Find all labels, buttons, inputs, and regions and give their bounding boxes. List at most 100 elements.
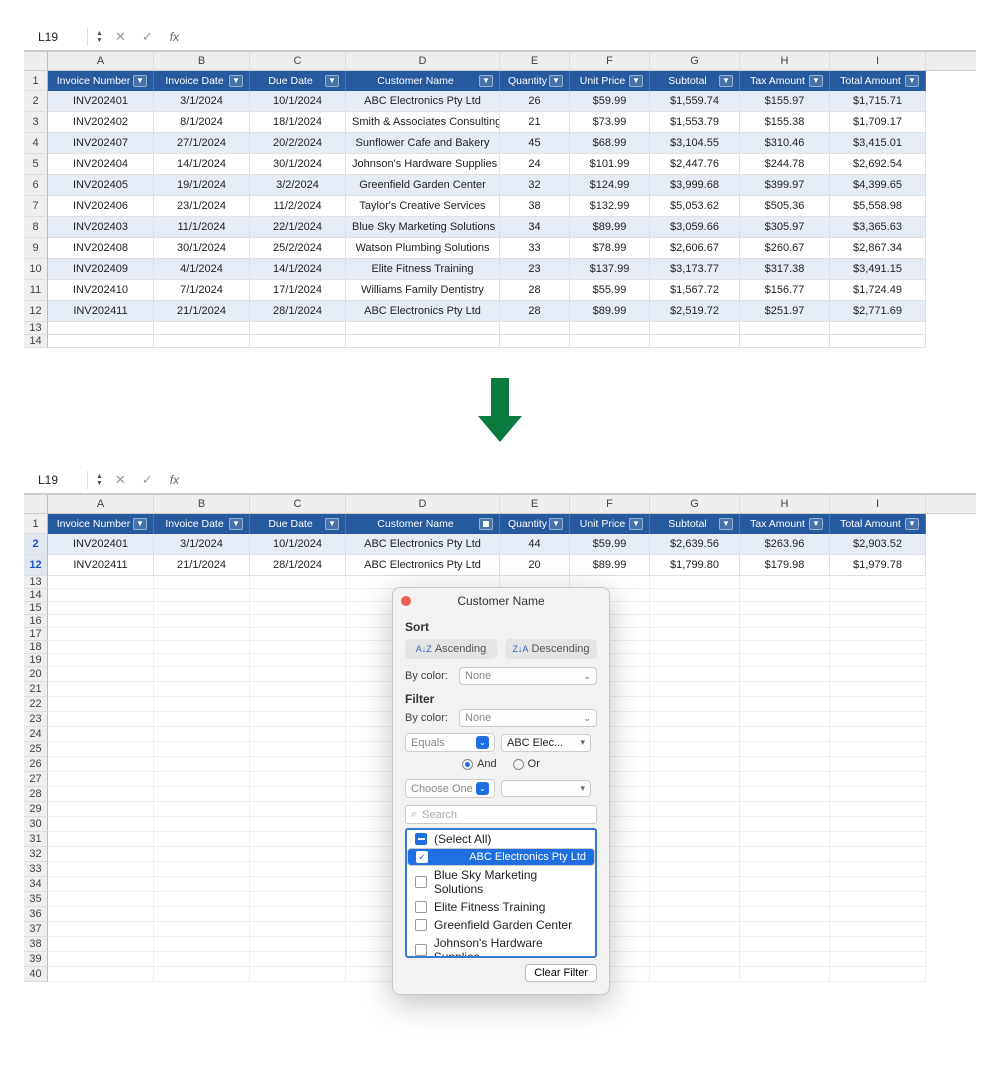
cell[interactable] [48, 817, 154, 832]
cell[interactable] [650, 832, 740, 847]
cell[interactable]: 27/1/2024 [154, 133, 250, 154]
col-G[interactable]: G [650, 495, 740, 513]
cell[interactable] [48, 847, 154, 862]
col-A[interactable]: A [48, 495, 154, 513]
cell[interactable] [830, 682, 926, 697]
rowhead[interactable]: 2 [24, 91, 48, 112]
rowhead[interactable]: 15 [24, 602, 48, 615]
cell[interactable]: $156.77 [740, 280, 830, 301]
cell[interactable]: INV202401 [48, 534, 154, 555]
cell[interactable] [154, 589, 250, 602]
cell[interactable] [650, 628, 740, 641]
cell[interactable] [740, 892, 830, 907]
rowhead[interactable]: 39 [24, 952, 48, 967]
rowhead[interactable]: 24 [24, 727, 48, 742]
cell[interactable]: Sunflower Cafe and Bakery [346, 133, 500, 154]
cell[interactable] [48, 922, 154, 937]
cell[interactable]: $1,553.79 [650, 112, 740, 133]
cell[interactable]: $5,558.98 [830, 196, 926, 217]
cell[interactable]: INV202411 [48, 301, 154, 322]
cell[interactable]: INV202409 [48, 259, 154, 280]
cell[interactable]: $55.99 [570, 280, 650, 301]
filter-icon[interactable]: ▼ [229, 75, 243, 87]
cell[interactable]: $89.99 [570, 217, 650, 238]
cell[interactable] [740, 602, 830, 615]
rowhead[interactable]: 36 [24, 907, 48, 922]
rowhead[interactable]: 32 [24, 847, 48, 862]
cancel-icon[interactable]: ✕ [111, 472, 130, 488]
rowhead[interactable]: 33 [24, 862, 48, 877]
cell[interactable]: 21/1/2024 [154, 555, 250, 576]
cell[interactable] [830, 576, 926, 589]
cell[interactable] [650, 772, 740, 787]
filter-icon[interactable]: ▼ [905, 75, 919, 87]
cell[interactable] [250, 967, 346, 982]
cell[interactable]: 3/2/2024 [250, 175, 346, 196]
rowhead[interactable]: 16 [24, 615, 48, 628]
cell[interactable] [48, 667, 154, 682]
cell[interactable] [154, 335, 250, 348]
col-B[interactable]: B [154, 52, 250, 70]
cell[interactable] [250, 727, 346, 742]
cell[interactable] [154, 937, 250, 952]
cell[interactable]: 18/1/2024 [250, 112, 346, 133]
cell[interactable] [650, 817, 740, 832]
cell[interactable] [48, 682, 154, 697]
clear-filter-button[interactable]: Clear Filter [525, 964, 597, 982]
rowhead[interactable]: 23 [24, 712, 48, 727]
cell[interactable]: 14/1/2024 [154, 154, 250, 175]
rowhead[interactable]: 13 [24, 576, 48, 589]
cell[interactable] [48, 772, 154, 787]
filter-condition-1[interactable]: Equals⌄ [405, 733, 495, 752]
cell[interactable] [154, 682, 250, 697]
cell[interactable] [570, 322, 650, 335]
cell[interactable]: 10/1/2024 [250, 534, 346, 555]
cell[interactable]: 28/1/2024 [250, 555, 346, 576]
col-I[interactable]: I [830, 495, 926, 513]
cell[interactable] [154, 727, 250, 742]
cell[interactable]: 21 [500, 112, 570, 133]
filter-checklist-item[interactable]: Blue Sky Marketing Solutions [407, 866, 595, 898]
cell[interactable] [650, 862, 740, 877]
cell[interactable] [740, 667, 830, 682]
cell[interactable]: INV202411 [48, 555, 154, 576]
filter-checklist-item[interactable]: Johnson's Hardware Supplies [407, 934, 595, 958]
cell[interactable] [650, 589, 740, 602]
cell[interactable]: 38 [500, 196, 570, 217]
cell[interactable]: 8/1/2024 [154, 112, 250, 133]
cell[interactable]: $1,559.74 [650, 91, 740, 112]
cell[interactable] [250, 576, 346, 589]
cell[interactable] [650, 322, 740, 335]
cell[interactable]: Watson Plumbing Solutions [346, 238, 500, 259]
cell[interactable] [830, 757, 926, 772]
cell[interactable]: 32 [500, 175, 570, 196]
cell[interactable] [650, 667, 740, 682]
filter-checklist-item[interactable]: Greenfield Garden Center [407, 916, 595, 934]
cell[interactable] [154, 697, 250, 712]
cell[interactable] [740, 757, 830, 772]
cell[interactable] [740, 832, 830, 847]
cell[interactable] [250, 937, 346, 952]
cell[interactable] [48, 615, 154, 628]
col-H[interactable]: H [740, 495, 830, 513]
col-C[interactable]: C [250, 495, 346, 513]
rowhead[interactable]: 30 [24, 817, 48, 832]
cell[interactable] [830, 907, 926, 922]
cell[interactable] [250, 589, 346, 602]
rowhead[interactable]: 17 [24, 628, 48, 641]
cell[interactable] [830, 937, 926, 952]
cell[interactable] [830, 641, 926, 654]
cell[interactable] [650, 907, 740, 922]
rowhead[interactable]: 38 [24, 937, 48, 952]
cell[interactable] [650, 967, 740, 982]
cell[interactable] [830, 952, 926, 967]
cell[interactable] [830, 862, 926, 877]
rowhead[interactable]: 14 [24, 589, 48, 602]
cell[interactable] [250, 628, 346, 641]
cell[interactable] [48, 641, 154, 654]
cell[interactable] [250, 862, 346, 877]
cell[interactable] [250, 952, 346, 967]
select-all-corner[interactable] [24, 495, 48, 513]
col-E[interactable]: E [500, 52, 570, 70]
cancel-icon[interactable]: ✕ [111, 29, 130, 45]
